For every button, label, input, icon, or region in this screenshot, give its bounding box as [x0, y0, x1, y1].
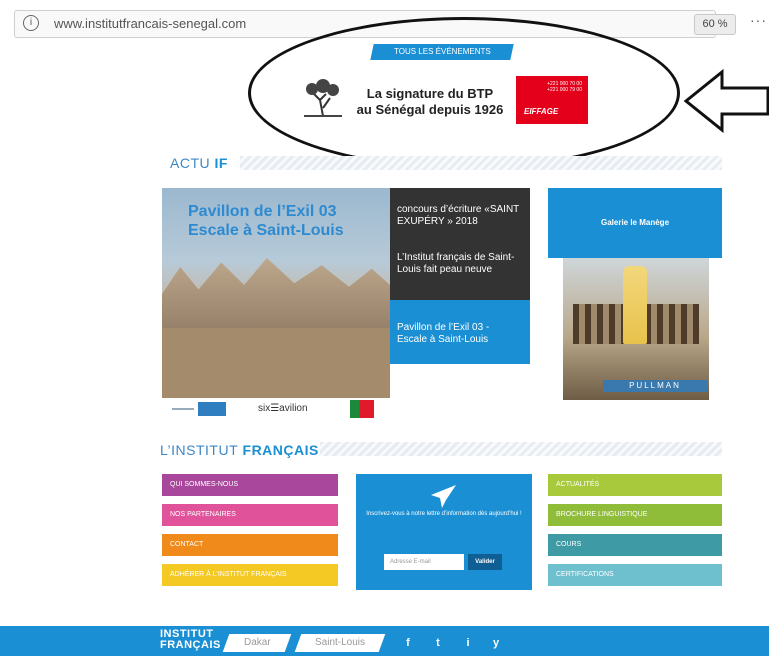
- city-tab-dakar[interactable]: Dakar: [222, 634, 292, 652]
- annotation-arrow-icon: [684, 68, 769, 134]
- gallery-button[interactable]: Galerie le Manège: [548, 188, 722, 258]
- partner-logo-sixpavilion[interactable]: six☰avilion: [258, 403, 308, 414]
- paper-plane-icon: [431, 485, 456, 508]
- feature-image[interactable]: Pavillon de l’Exil 03 Escale à Saint-Lou…: [162, 188, 390, 398]
- instagram-icon[interactable]: i: [458, 634, 478, 652]
- news-list-dark: concours d’écriture «SAINT EXUPÉRY » 201…: [390, 188, 530, 300]
- photo-glass: [623, 266, 647, 344]
- institut-heading-first: L’INSTITUT: [160, 442, 239, 458]
- footer-brand[interactable]: INSTITUT FRANÇAIS: [160, 629, 221, 651]
- institut-link-right-0[interactable]: ACTUALITÉS: [548, 474, 722, 496]
- news-item-3[interactable]: Pavillon de l’Exil 03 - Escale à Saint-L…: [397, 322, 521, 346]
- submit-button[interactable]: Valider: [468, 554, 502, 570]
- actu-heading-second: IF: [214, 155, 228, 171]
- institut-link-left-3[interactable]: ADHÉRER À L’INSTITUT FRANÇAIS: [162, 564, 338, 586]
- email-input[interactable]: Adresse E-mail: [384, 554, 464, 570]
- partner-logo-a[interactable]: [172, 402, 226, 416]
- city-tab-saint-louis-label: Saint-Louis: [314, 637, 366, 648]
- news-list-blue: Pavillon de l’Exil 03 - Escale à Saint-L…: [390, 300, 530, 364]
- actu-heading-first: ACTU: [170, 155, 211, 171]
- institut-heading-second: FRANÇAIS: [242, 442, 319, 458]
- feature-title: Pavillon de l’Exil 03 Escale à Saint-Lou…: [188, 202, 344, 240]
- info-icon[interactable]: i: [23, 15, 39, 31]
- city-tab-saint-louis[interactable]: Saint-Louis: [294, 634, 386, 652]
- city-tab-dakar-label: Dakar: [243, 637, 271, 648]
- institut-link-left-2[interactable]: CONTACT: [162, 534, 338, 556]
- partner-logo-c[interactable]: [350, 400, 374, 418]
- institut-link-right-2[interactable]: COURS: [548, 534, 722, 556]
- twitter-icon[interactable]: t: [428, 634, 448, 652]
- feature-ground: [162, 328, 390, 398]
- institut-heading: L’INSTITUT FRANÇAIS: [160, 442, 319, 458]
- more-menu-icon[interactable]: ···: [750, 12, 767, 28]
- news-item-1[interactable]: concours d’écriture «SAINT EXUPÉRY » 201…: [397, 204, 525, 228]
- news-item-2[interactable]: L’Institut français de Saint-Louis fait …: [397, 252, 517, 276]
- institut-link-right-1[interactable]: BROCHURE LINGUISTIQUE: [548, 504, 722, 526]
- annotation-ellipse: [248, 17, 680, 169]
- institut-heading-stripe: [320, 442, 722, 456]
- zoom-level-button[interactable]: 60 %: [694, 14, 736, 35]
- institut-link-left-1[interactable]: NOS PARTENAIRES: [162, 504, 338, 526]
- institut-link-right-3[interactable]: CERTIFICATIONS: [548, 564, 722, 586]
- gallery-photo[interactable]: PULLMAN: [563, 258, 709, 400]
- newsletter-box: Inscrivez-vous à notre lettre d’informat…: [356, 474, 532, 590]
- facebook-icon[interactable]: f: [398, 634, 418, 652]
- actu-heading: ACTU IF: [170, 155, 228, 171]
- institut-link-left-0[interactable]: QUI SOMMES-NOUS: [162, 474, 338, 496]
- photo-sign: PULLMAN: [603, 380, 707, 392]
- newsletter-text: Inscrivez-vous à notre lettre d’informat…: [366, 511, 522, 517]
- feature-title-line1: Pavillon de l’Exil 03: [188, 203, 337, 220]
- footer-brand-line2: FRANÇAIS: [160, 639, 221, 651]
- url-text[interactable]: www.institutfrancais-senegal.com: [54, 16, 246, 31]
- feature-title-line2: Escale à Saint-Louis: [188, 222, 344, 239]
- youtube-icon[interactable]: y: [486, 634, 506, 652]
- actu-heading-stripe: [240, 156, 722, 170]
- footer-bar: INSTITUT FRANÇAIS Dakar Saint-Louis f t …: [0, 626, 769, 656]
